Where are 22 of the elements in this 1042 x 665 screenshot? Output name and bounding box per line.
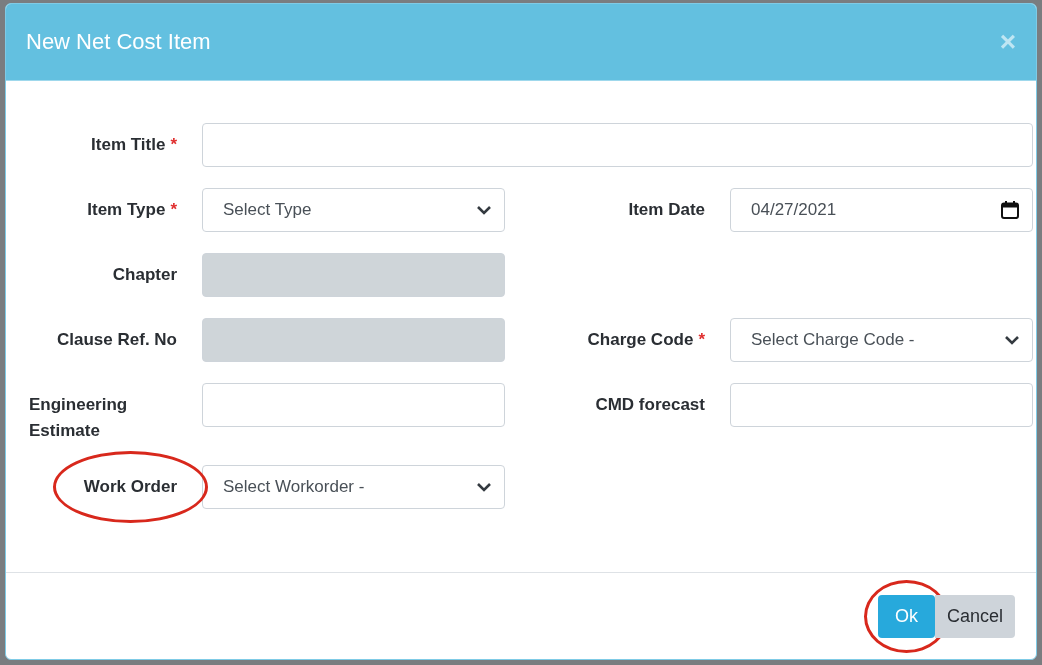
chevron-down-icon [476, 482, 492, 492]
select-dropdown[interactable]: Select Type [202, 188, 505, 232]
field-label: Item Date [628, 200, 705, 219]
field-label: Charge Code * [587, 330, 705, 349]
field-label: Item Type * [87, 200, 177, 219]
field-label: Engineering Estimate [29, 395, 128, 440]
select-dropdown[interactable]: Select Workorder - [202, 465, 505, 509]
dialog-title: New Net Cost Item [26, 29, 211, 55]
text-field[interactable] [730, 383, 1033, 427]
field-label: CMD forecast [595, 395, 705, 414]
field-label: Chapter [112, 265, 177, 284]
select-dropdown[interactable]: Select Charge Code - [730, 318, 1033, 362]
calendar-icon [1000, 200, 1020, 220]
field-label: Work Order [83, 477, 177, 496]
field-label: Clause Ref. No [57, 330, 177, 349]
date-field[interactable]: 04/27/2021 [730, 188, 1033, 232]
field-label: Item Title * [91, 135, 177, 154]
chevron-down-icon [476, 205, 492, 215]
chevron-down-icon [1004, 335, 1020, 345]
text-field[interactable] [202, 383, 505, 427]
cancel-button[interactable]: Cancel [934, 594, 1015, 638]
text-field[interactable] [202, 123, 1033, 167]
